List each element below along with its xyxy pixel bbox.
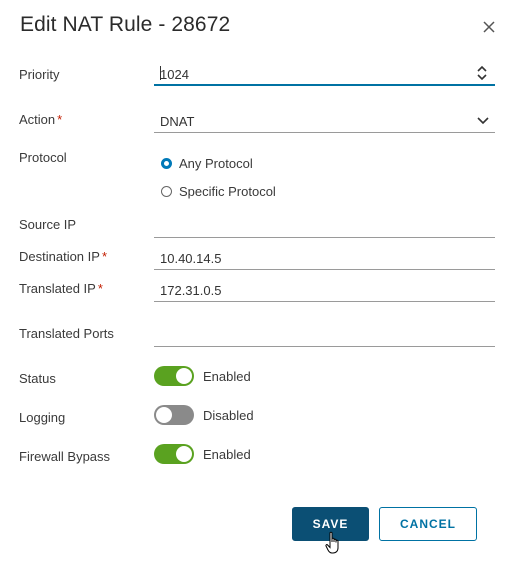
logging-state: Disabled: [203, 407, 254, 423]
translated-ip-value: 172.31.0.5: [160, 283, 222, 298]
toggle-knob: [176, 368, 192, 384]
toggle-knob: [176, 446, 192, 462]
status-toggle-row: Enabled: [154, 366, 251, 386]
firewall-bypass-toggle-row: Enabled: [154, 444, 251, 464]
priority-input[interactable]: 1024: [154, 63, 495, 86]
chevron-down-icon: [477, 117, 489, 125]
translated-ip-input[interactable]: 172.31.0.5: [154, 279, 495, 302]
cancel-button[interactable]: CANCEL: [379, 507, 477, 541]
logging-toggle-row: Disabled: [154, 405, 254, 425]
status-label: Status: [19, 371, 56, 386]
radio-unchecked-icon[interactable]: [161, 186, 172, 197]
translated-ports-input[interactable]: [154, 324, 495, 347]
status-toggle[interactable]: [154, 366, 194, 386]
protocol-label: Protocol: [19, 150, 67, 165]
source-ip-label: Source IP: [19, 217, 77, 232]
priority-label: Priority: [19, 67, 60, 82]
logging-toggle[interactable]: [154, 405, 194, 425]
destination-ip-label: Destination IP *: [19, 249, 107, 264]
firewall-bypass-state: Enabled: [203, 446, 251, 462]
firewall-bypass-toggle[interactable]: [154, 444, 194, 464]
destination-ip-input[interactable]: 10.40.14.5: [154, 247, 495, 270]
dialog-title: Edit NAT Rule - 28672: [20, 13, 231, 36]
action-label: Action *: [19, 112, 63, 127]
firewall-bypass-label: Firewall Bypass: [19, 449, 111, 464]
hand-cursor-icon: [325, 531, 339, 554]
radio-specific-protocol[interactable]: Specific Protocol: [161, 184, 276, 199]
translated-ip-label: Translated IP *: [19, 281, 103, 296]
radio-checked-icon[interactable]: [161, 158, 172, 169]
toggle-knob: [156, 407, 172, 423]
source-ip-input[interactable]: [154, 215, 495, 238]
action-value: DNAT: [160, 114, 195, 129]
edit-nat-rule-dialog: Edit NAT Rule - 28672 Priority 1024 Acti…: [0, 0, 512, 570]
spinner-icon[interactable]: [475, 65, 489, 81]
translated-ports-label: Translated Ports: [19, 326, 114, 341]
action-select[interactable]: DNAT: [154, 110, 495, 133]
radio-any-protocol[interactable]: Any Protocol: [161, 156, 253, 171]
destination-ip-value: 10.40.14.5: [160, 251, 222, 266]
status-state: Enabled: [203, 368, 251, 384]
close-icon[interactable]: [478, 16, 500, 38]
priority-value: 1024: [160, 67, 189, 82]
logging-label: Logging: [19, 410, 66, 425]
